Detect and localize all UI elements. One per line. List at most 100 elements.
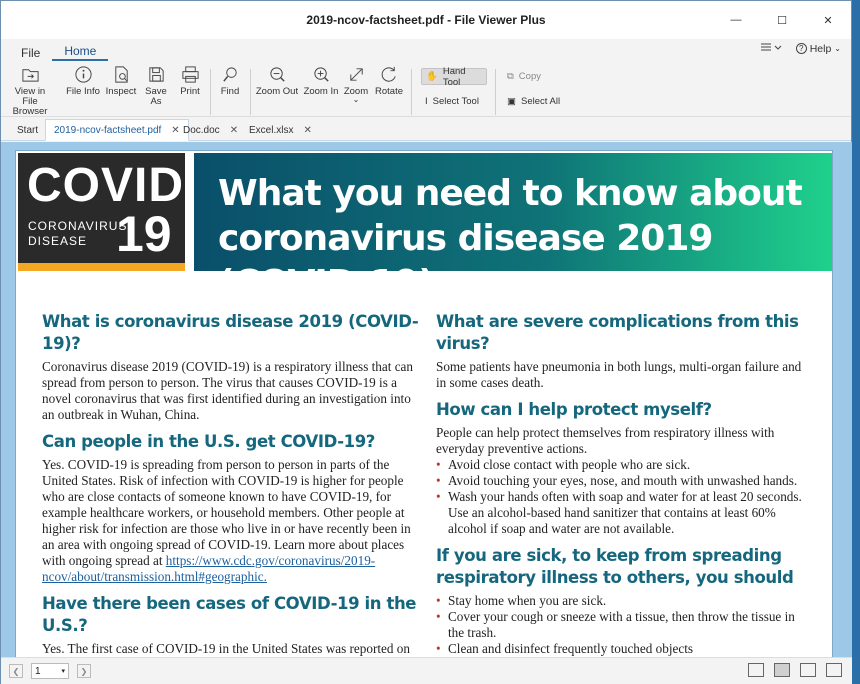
fact-sheet-banner: COVID CORONAVIRUS DISEASE 19 What you nee…	[16, 151, 832, 304]
zoom-out-icon	[269, 67, 285, 82]
list-item: Stay home when you are sick.	[436, 593, 814, 609]
zoom-in-icon	[313, 67, 329, 82]
inspect-button[interactable]: Inspect	[104, 65, 138, 97]
section-body: People can help protect themselves from …	[436, 425, 775, 456]
view-in-file-browser-button[interactable]: View in File Browser	[9, 65, 51, 117]
save-icon	[148, 67, 164, 82]
save-as-button[interactable]: Save As	[139, 65, 173, 107]
page-number: 1	[35, 665, 41, 677]
previous-page-button[interactable]: ❮	[9, 664, 23, 678]
folder-arrow-icon	[21, 69, 39, 82]
settings-icon[interactable]	[760, 41, 782, 56]
logo-19: 19	[116, 206, 172, 262]
help-icon: ?	[795, 43, 807, 54]
close-tab-icon[interactable]: ✕	[230, 125, 238, 136]
tab-factsheet[interactable]: 2019-ncov-factsheet.pdf ✕	[45, 119, 189, 141]
close-button[interactable]: ✕	[805, 1, 851, 39]
hand-tool-button[interactable]: ✋ Hand Tool	[421, 65, 487, 88]
copy-label: Copy	[518, 71, 541, 82]
select-tool-label: Select Tool	[432, 96, 479, 107]
list-item: Avoid touching your eyes, nose, and mout…	[436, 473, 814, 489]
tab-label: Excel.xlsx	[249, 124, 294, 136]
fit-page-icon[interactable]	[826, 663, 842, 677]
tab-start[interactable]: Start	[9, 119, 46, 141]
title-bar: 2019-ncov-factsheet.pdf - File Viewer Pl…	[1, 1, 851, 39]
tab-label: Doc.doc	[183, 124, 220, 136]
help-label: Help	[809, 42, 832, 55]
menu-bar: File Home ? Help ⌄	[1, 39, 851, 63]
list-item: Wash your hands often with soap and wate…	[436, 489, 814, 537]
copy-button[interactable]: ⧉ Copy	[503, 68, 545, 85]
hand-tool-label: Hand Tool	[442, 65, 466, 88]
list-item: Avoid close contact with people who are …	[436, 457, 814, 473]
section-heading: Can people in the U.S. get COVID-19?	[42, 432, 375, 451]
section-body: Coronavirus disease 2019 (COVID-19) is a…	[42, 359, 413, 422]
file-info-label: File Info	[66, 86, 100, 97]
save-as-label: Save As	[145, 86, 167, 107]
printer-icon	[181, 66, 199, 83]
section-heading: What is coronavirus disease 2019 (COVID-…	[42, 312, 419, 353]
fit-width-icon[interactable]	[800, 663, 816, 677]
page-number-select[interactable]: 1 ▾	[31, 663, 69, 679]
minimize-button[interactable]: —	[713, 1, 759, 39]
view-mode-group	[748, 663, 842, 677]
tab-excel[interactable]: Excel.xlsx ✕	[241, 119, 320, 141]
list-item: Clean and disinfect frequently touched o…	[436, 641, 814, 657]
zoom-dropdown-button[interactable]: Zoom ⌄	[342, 65, 370, 104]
bullet-list: Avoid close contact with people who are …	[436, 457, 814, 537]
text-cursor-icon: I	[425, 96, 428, 107]
pdf-page: COVID CORONAVIRUS DISEASE 19 What you nee…	[15, 150, 833, 680]
view-in-file-browser-label: View in File Browser	[12, 86, 48, 117]
hand-icon: ✋	[426, 71, 438, 82]
select-all-icon: ▣	[507, 96, 516, 107]
left-column: What is coronavirus disease 2019 (COVID-…	[42, 311, 420, 679]
inspect-label: Inspect	[105, 86, 137, 97]
copy-icon: ⧉	[507, 71, 514, 82]
window-title: 2019-ncov-factsheet.pdf - File Viewer Pl…	[306, 13, 546, 27]
continuous-view-icon[interactable]	[774, 663, 790, 677]
maximize-button[interactable]: ☐	[759, 1, 805, 39]
logo-accent-bar	[18, 263, 185, 271]
menu-home[interactable]: Home	[52, 44, 109, 61]
select-all-button[interactable]: ▣ Select All	[503, 93, 564, 110]
search-icon	[222, 67, 237, 82]
tab-doc[interactable]: Doc.doc ✕	[175, 119, 246, 141]
find-button[interactable]: Find	[216, 65, 244, 97]
help-menu[interactable]: ? Help ⌄	[795, 42, 841, 55]
menu-file[interactable]: File	[9, 46, 52, 63]
chevron-down-icon: ▾	[61, 668, 65, 675]
rotate-button[interactable]: Rotate	[373, 65, 405, 97]
next-page-button[interactable]: ❯	[77, 664, 91, 678]
expand-arrow-icon	[349, 68, 363, 81]
logo-covid-text: COVID	[27, 159, 185, 212]
inspect-icon	[114, 66, 128, 83]
print-button[interactable]: Print	[176, 65, 204, 97]
section-heading: What are severe complications from this …	[436, 312, 799, 353]
zoom-in-button[interactable]: Zoom In	[302, 65, 340, 97]
covid-logo: COVID CORONAVIRUS DISEASE 19	[18, 153, 185, 263]
rotate-icon	[381, 66, 396, 82]
info-icon	[74, 66, 92, 83]
zoom-in-label: Zoom In	[303, 86, 339, 97]
tab-label: Start	[17, 124, 39, 136]
section-heading: How can I help protect myself?	[436, 400, 712, 419]
single-page-view-icon[interactable]	[748, 663, 764, 677]
select-tool-button[interactable]: I Select Tool	[421, 93, 483, 110]
ribbon: View in File Browser File Info Inspect S…	[1, 63, 851, 117]
close-tab-icon[interactable]: ✕	[303, 125, 311, 136]
section-heading: If you are sick, to keep from spreading …	[436, 546, 794, 587]
banner-title-block: What you need to know about coronavirus d…	[194, 153, 832, 304]
file-info-button[interactable]: File Info	[65, 65, 101, 97]
chevron-down-icon: ⌄	[352, 95, 360, 104]
logo-subtitle: CORONAVIRUS DISEASE	[28, 219, 128, 248]
find-label: Find	[220, 86, 240, 97]
zoom-out-button[interactable]: Zoom Out	[255, 65, 299, 97]
document-viewer[interactable]: COVID CORONAVIRUS DISEASE 19 What you nee…	[1, 142, 852, 680]
section-body: Some patients have pneumonia in both lun…	[436, 359, 802, 390]
select-all-label: Select All	[520, 96, 561, 107]
banner-title: What you need to know about coronavirus d…	[218, 173, 803, 304]
status-bar: ❮ 1 ▾ ❯	[1, 657, 852, 684]
app-window: 2019-ncov-factsheet.pdf - File Viewer Pl…	[0, 0, 852, 684]
print-label: Print	[180, 86, 200, 97]
zoom-out-label: Zoom Out	[255, 86, 299, 97]
